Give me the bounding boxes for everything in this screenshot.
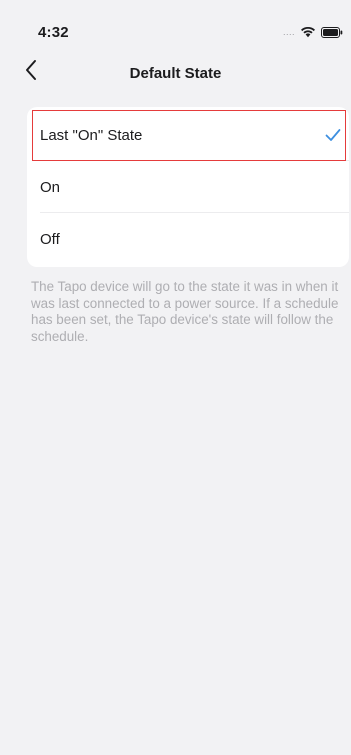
page-title: Default State	[129, 65, 222, 82]
option-on[interactable]: On	[27, 161, 349, 213]
checkmark-icon	[325, 128, 341, 142]
option-label: Last "On" State	[40, 126, 143, 144]
battery-icon	[321, 26, 343, 38]
option-label: Off	[40, 230, 60, 248]
default-state-description: The Tapo device will go to the state it …	[31, 279, 339, 344]
status-time: 4:32	[38, 24, 69, 41]
option-label: On	[40, 178, 61, 196]
options-card: Last "On" State On Off	[27, 107, 349, 267]
status-bar: 4:32 ....	[0, 0, 351, 56]
status-icons: ....	[283, 25, 343, 39]
option-last-on-state[interactable]: Last "On" State	[27, 109, 349, 161]
wifi-icon	[300, 26, 316, 38]
option-off[interactable]: Off	[27, 213, 349, 265]
signal-dots: ....	[282, 27, 295, 37]
nav-bar: Default State	[0, 56, 351, 92]
default-state-screen: 4:32 .... Default State Last "On" State …	[0, 0, 351, 755]
